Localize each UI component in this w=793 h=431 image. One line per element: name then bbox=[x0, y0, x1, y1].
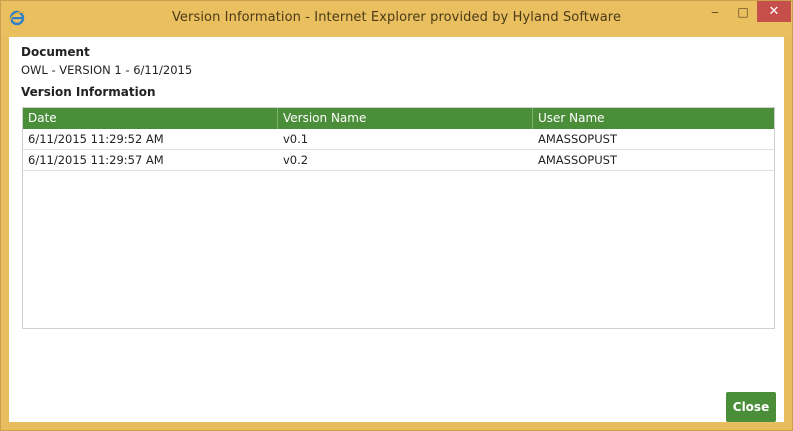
cell-date: 6/11/2015 11:29:52 AM bbox=[28, 132, 164, 146]
window-title: Version Information - Internet Explorer … bbox=[171, 10, 622, 25]
column-header-date[interactable]: Date bbox=[23, 108, 278, 129]
column-header-version-name[interactable]: Version Name bbox=[278, 108, 533, 129]
minimize-button[interactable]: ‒ bbox=[701, 1, 729, 23]
version-grid: Date Version Name User Name 6/11/2015 11… bbox=[22, 107, 775, 329]
dialog-window: Version Information - Internet Explorer … bbox=[0, 0, 793, 431]
dialog-content: Document OWL - VERSION 1 - 6/11/2015 Ver… bbox=[9, 37, 784, 422]
cell-user-name: AMASSOPUST bbox=[538, 153, 617, 167]
column-header-user-name[interactable]: User Name bbox=[533, 108, 774, 129]
maximize-button[interactable]: □ bbox=[729, 1, 757, 23]
title-bar[interactable]: Version Information - Internet Explorer … bbox=[1, 1, 792, 37]
grid-header: Date Version Name User Name bbox=[23, 108, 774, 129]
table-row[interactable]: 6/11/2015 11:29:52 AM v0.1 AMASSOPUST bbox=[23, 129, 774, 150]
version-information-heading: Version Information bbox=[21, 85, 156, 99]
document-heading: Document bbox=[21, 45, 90, 59]
cell-user-name: AMASSOPUST bbox=[538, 132, 617, 146]
table-row[interactable]: 6/11/2015 11:29:57 AM v0.2 AMASSOPUST bbox=[23, 150, 774, 171]
close-window-button[interactable]: ✕ bbox=[757, 1, 791, 22]
cell-version-name: v0.2 bbox=[283, 153, 309, 167]
cell-date: 6/11/2015 11:29:57 AM bbox=[28, 153, 164, 167]
cell-version-name: v0.1 bbox=[283, 132, 309, 146]
document-value: OWL - VERSION 1 - 6/11/2015 bbox=[21, 63, 193, 77]
close-button[interactable]: Close bbox=[726, 392, 776, 422]
